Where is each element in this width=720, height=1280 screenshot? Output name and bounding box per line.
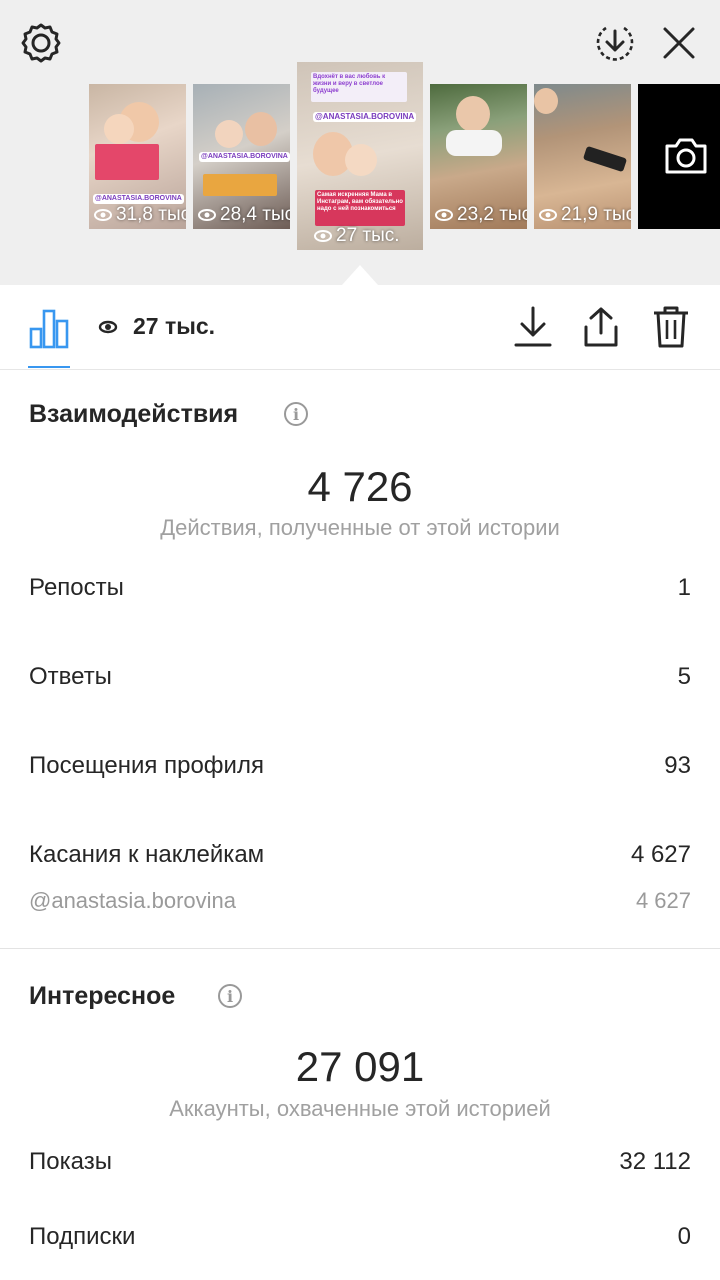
- stat-label-sticker-taps: Касания к наклейкам: [29, 841, 265, 868]
- story-text-sticker: [203, 174, 277, 196]
- story-photo: [446, 130, 502, 156]
- story-views-label: 23,2 тыс.: [457, 204, 527, 225]
- insights-toolbar: [0, 285, 720, 370]
- story-views: 21,9 тыс.: [538, 204, 631, 226]
- discovery-caption: Аккаунты, охваченные этой историей: [169, 1096, 551, 1121]
- eye-icon: [435, 209, 453, 221]
- story-photo: [456, 96, 490, 132]
- story-photo: [345, 144, 377, 176]
- info-icon[interactable]: i: [218, 984, 242, 1008]
- story-views-label: 21,9 тыс.: [561, 204, 631, 225]
- gear-icon: [21, 23, 61, 63]
- active-tab-indicator: [28, 366, 70, 368]
- bar-chart-icon: [29, 309, 69, 349]
- story-strip: @ANASTASIA.BOROVINA 31,8 тыс. @ANASTASIA…: [0, 0, 720, 285]
- download-circle-icon: [596, 26, 634, 61]
- story-top-text: Вдохнёт в вас любовь к жизни и веру в св…: [311, 72, 407, 102]
- eye-icon: [98, 320, 118, 334]
- mention-sticker: @ANASTASIA.BOROVINA: [93, 194, 184, 204]
- settings-button[interactable]: [18, 20, 64, 66]
- story-thumbnail[interactable]: @ANASTASIA.BOROVINA 28,4 тыс.: [193, 84, 290, 229]
- stat-value-sticker-taps: 4 627: [630, 841, 691, 868]
- stat-label-follows: Подписки: [29, 1223, 136, 1250]
- info-icon[interactable]: i: [284, 402, 308, 426]
- save-story-button[interactable]: [592, 20, 638, 66]
- story-thumbnail[interactable]: 21,9 тыс.: [534, 84, 631, 229]
- eye-icon: [198, 209, 216, 221]
- share-icon: [584, 307, 618, 347]
- story-thumbnail-selected[interactable]: Вдохнёт в вас любовь к жизни и веру в св…: [297, 62, 423, 250]
- mention-sticker: @ANASTASIA.BOROVINA: [313, 112, 417, 122]
- close-button[interactable]: [656, 20, 702, 66]
- story-views: 27 тыс.: [313, 225, 400, 247]
- share-button[interactable]: [578, 303, 624, 351]
- close-icon: [663, 27, 695, 59]
- delete-button[interactable]: [648, 303, 694, 351]
- story-thumbnail[interactable]: @ANASTASIA.BOROVINA 31,8 тыс.: [89, 84, 186, 229]
- stat-value-follows: 0: [677, 1223, 691, 1250]
- story-views-label: 28,4 тыс.: [220, 204, 290, 225]
- trash-icon: [654, 306, 688, 348]
- eye-icon: [314, 230, 332, 242]
- stat-value-mention: 4 627: [635, 888, 691, 913]
- story-photo: [245, 112, 277, 146]
- story-text-sticker: [95, 144, 159, 180]
- story-views-label: 27 тыс.: [336, 225, 400, 246]
- discovery-title: Интересное: [29, 982, 176, 1010]
- story-photo: [582, 145, 628, 173]
- discovery-total: 27 091: [295, 1043, 425, 1090]
- stat-value-replies: 5: [677, 663, 691, 690]
- add-story-camera-tile[interactable]: [638, 84, 720, 229]
- eye-icon: [539, 209, 557, 221]
- selected-caret: [342, 265, 378, 285]
- story-views: 28,4 тыс.: [197, 204, 290, 226]
- stat-label-profile-visits: Посещения профиля: [29, 752, 264, 779]
- stat-value-profile-visits: 93: [664, 752, 691, 779]
- stat-label-mention[interactable]: @anastasia.borovina: [29, 888, 236, 914]
- interactions-title: Взаимодействия: [29, 400, 239, 428]
- stat-value-shares: 1: [677, 574, 691, 601]
- stat-label-replies: Ответы: [29, 663, 112, 690]
- story-photo: [534, 88, 558, 114]
- story-photo: [215, 120, 243, 148]
- download-icon: [514, 306, 552, 347]
- story-views: 31,8 тыс.: [93, 204, 186, 226]
- interactions-total: 4 726: [307, 463, 413, 510]
- stat-label-impressions: Показы: [29, 1148, 112, 1175]
- section-divider: [0, 948, 720, 949]
- story-total-views: 27 тыс.: [133, 313, 216, 339]
- story-views-label: 31,8 тыс.: [116, 204, 186, 225]
- eye-icon: [94, 209, 112, 221]
- camera-icon: [665, 138, 707, 174]
- download-button[interactable]: [510, 303, 556, 351]
- insights-tab[interactable]: [26, 305, 72, 351]
- stat-value-impressions: 32 112: [619, 1148, 691, 1175]
- stat-label-shares: Репосты: [29, 574, 124, 601]
- story-bottom-text: Самая искренняя Мама в Инстаграм, вам об…: [315, 190, 405, 226]
- story-thumbnail[interactable]: 23,2 тыс.: [430, 84, 527, 229]
- interactions-caption: Действия, полученные от этой истории: [160, 515, 560, 540]
- story-views: 23,2 тыс.: [434, 204, 527, 226]
- story-photo: [104, 114, 134, 144]
- mention-sticker: @ANASTASIA.BOROVINA: [199, 152, 290, 162]
